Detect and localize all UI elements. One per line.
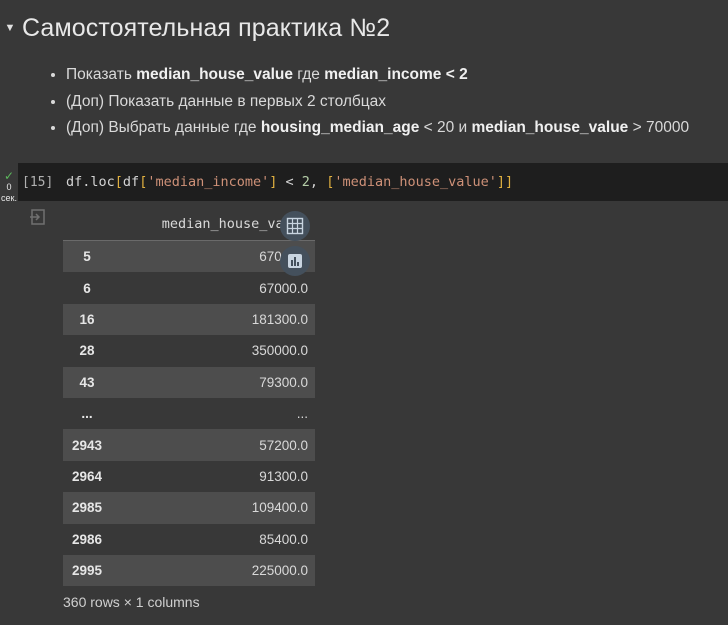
task-text: housing_median_age — [260, 119, 420, 136]
index-header — [63, 208, 111, 241]
row-value: 109400.0 — [111, 492, 315, 524]
exec-time-unit: сек. — [1, 193, 17, 203]
row-index: 6 — [83, 280, 91, 296]
section-title: Самостоятельная практика №2 — [22, 13, 391, 42]
task-item: (Доп) Показать данные в первых 2 столбца… — [66, 91, 689, 118]
code-token: ]] — [496, 174, 514, 190]
task-item: Показать median_house_value где median_i… — [66, 64, 689, 91]
output-arrow-icon — [29, 208, 47, 226]
section-heading: ▼ Самостоятельная практика №2 — [0, 10, 391, 46]
task-text: median_house_value — [471, 119, 629, 136]
table-row: 2986 85400.0 — [63, 524, 315, 555]
task-text: Показать — [66, 66, 137, 83]
code-line[interactable]: df.loc[df['median_income'] < 2, ['median… — [66, 174, 513, 190]
table-row: 2943 57200.0 — [63, 429, 315, 461]
code-token: 2 — [301, 174, 310, 190]
check-icon: ✓ — [3, 169, 15, 183]
task-text: median_house_value — [136, 66, 293, 83]
execution-count: [15] — [22, 174, 54, 190]
row-index: 2943 — [63, 429, 111, 461]
table-row: 16 181300.0 — [63, 303, 315, 336]
task-text: < 20 и — [419, 119, 472, 136]
row-value: 79300.0 — [111, 366, 315, 398]
bar-chart-icon[interactable] — [280, 246, 310, 276]
row-index: 16 — [63, 303, 111, 336]
code-cell[interactable]: [15] df.loc[df['median_income'] < 2, ['m… — [18, 163, 728, 201]
row-value: 181300.0 — [111, 303, 315, 336]
task-item: (Доп) Выбрать данные где housing_median_… — [66, 117, 689, 144]
row-value: 91300.0 — [259, 468, 308, 484]
table-row: 2985 109400.0 — [63, 492, 315, 524]
row-index: 2995 — [63, 554, 111, 587]
table-row: ...... — [63, 398, 315, 429]
row-index: ... — [81, 406, 93, 422]
row-index: 43 — [63, 366, 111, 398]
row-index: 2986 — [71, 531, 103, 547]
table-row: 567000.0 — [63, 240, 315, 273]
task-list: Показать median_house_value где median_i… — [30, 64, 689, 144]
row-value: 85400.0 — [259, 531, 308, 547]
task-text: median_income < 2 — [324, 66, 468, 83]
row-value: 225000.0 — [111, 554, 315, 587]
row-value: 350000.0 — [251, 343, 308, 359]
code-token: df — [122, 174, 140, 190]
code-token: df.loc — [66, 174, 115, 190]
row-index: 5 — [63, 240, 111, 273]
table-row: 43 79300.0 — [63, 366, 315, 398]
table-row: 6 67000.0 — [63, 272, 315, 303]
table-row: 28 350000.0 — [63, 335, 315, 366]
code-token: 'median_income' — [147, 174, 270, 190]
task-text: > 70000 — [628, 119, 690, 136]
row-value: ... — [296, 406, 308, 422]
code-token: , — [309, 174, 327, 190]
row-index: 28 — [79, 343, 95, 359]
task-text: (Доп) Выбрать данные где — [66, 119, 261, 136]
task-text: где — [293, 66, 325, 83]
table-icon[interactable] — [280, 211, 310, 241]
exec-time-value: 0 — [6, 182, 12, 192]
cell-status: ✓ 0 сек. — [0, 169, 18, 204]
table-row: 2964 91300.0 — [63, 461, 315, 492]
collapse-arrow-icon[interactable]: ▼ — [0, 22, 22, 34]
row-index: 2985 — [63, 492, 111, 524]
code-token: [ — [114, 174, 123, 190]
row-index: 2964 — [71, 468, 103, 484]
row-value: 67000.0 — [259, 280, 308, 296]
dataframe-table: median_house_value 567000.0667000.016181… — [63, 208, 315, 587]
row-value: 57200.0 — [111, 429, 315, 461]
code-token: < — [277, 174, 302, 190]
code-token: 'median_house_value' — [334, 174, 497, 190]
table-footer: 360 rows × 1 columns — [63, 594, 200, 610]
table-row: 2995 225000.0 — [63, 554, 315, 587]
task-text: (Доп) Показать данные в первых 2 столбца… — [66, 92, 387, 110]
